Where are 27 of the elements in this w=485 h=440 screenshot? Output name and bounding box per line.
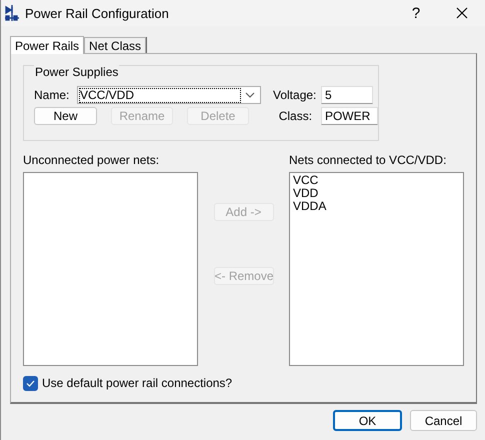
checkbox[interactable]	[23, 376, 38, 391]
name-label: Name:	[34, 88, 70, 102]
supply-button[interactable]: New	[34, 107, 97, 125]
checkbox-label: Use default power rail connections?	[42, 377, 232, 390]
list-label: Nets connected to VCC/VDD:	[289, 154, 448, 167]
component-icon	[5, 5, 19, 21]
unconnected-nets-list[interactable]	[23, 172, 198, 366]
tab[interactable]: Power Rails	[10, 36, 84, 54]
dialog-button[interactable]: OK	[333, 410, 402, 431]
dialog-button[interactable]: Cancel	[410, 410, 477, 431]
net-item[interactable]: VCC	[293, 174, 460, 187]
chevron-down-icon	[245, 92, 255, 98]
net-item[interactable]: VDD	[293, 187, 460, 200]
net-item[interactable]: VDDA	[293, 200, 460, 213]
group-title: Power Supplies	[34, 65, 120, 79]
class-field[interactable]: POWER	[320, 107, 378, 125]
connected-nets-list[interactable]: VCC VDD VDDA	[289, 172, 464, 366]
name-dropdown[interactable]: VCC/VDD	[77, 86, 261, 104]
window-title: Power Rail Configuration	[25, 6, 170, 20]
class-label: Class:	[278, 109, 314, 123]
voltage-label: Voltage:	[273, 88, 318, 102]
voltage-field[interactable]: 5	[321, 86, 373, 104]
list-label: Unconnected power nets:	[23, 154, 160, 167]
help-button[interactable]: ?	[393, 0, 439, 26]
checkmark-icon	[26, 380, 35, 387]
close-icon	[456, 7, 468, 19]
tab[interactable]: Net Class	[84, 37, 146, 53]
